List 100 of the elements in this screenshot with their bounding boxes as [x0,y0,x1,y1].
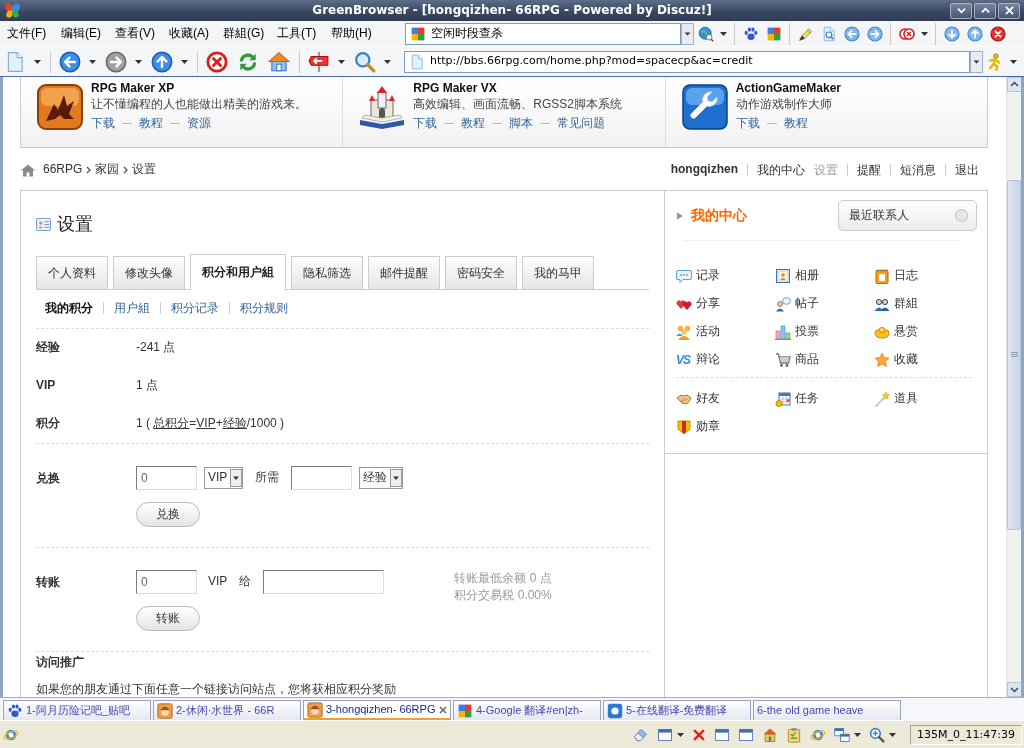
back-icon[interactable] [59,50,81,73]
sidebar-link[interactable]: 任务 [775,385,874,413]
product-title[interactable]: RPG Maker VX [413,80,622,96]
browser-tab[interactable]: 1-阿月历险记吧_贴吧 [3,700,151,720]
breadcrumb-link[interactable]: 设置 [132,162,157,178]
house-icon[interactable] [762,726,779,743]
browser-tab[interactable]: 4-Google 翻译#en|zh- [453,700,601,720]
user-nav-link[interactable]: 短消息 [890,164,945,176]
search-icon[interactable] [354,50,376,73]
search-field[interactable]: 空闲时段查杀 [405,22,681,45]
breadcrumb-link[interactable]: 家园 [95,162,120,178]
caret-icon[interactable] [677,732,685,737]
settings-tab[interactable]: 修改头像 [113,256,185,289]
close-icon[interactable] [439,705,447,714]
window-icon[interactable] [657,726,674,743]
user-nav-link[interactable]: 提醒 [847,164,890,176]
sidebar-link[interactable]: 记录 [676,262,775,290]
sidebar-link[interactable]: 投票 [775,318,874,346]
home-icon[interactable] [20,162,36,178]
caret-icon[interactable] [854,732,862,737]
caret-icon[interactable] [34,59,41,64]
window-icon[interactable] [738,726,755,743]
sidebar-link[interactable]: 道具 [874,385,973,413]
page-search-icon[interactable] [821,25,837,42]
sidebar-link[interactable]: VS 辩论 [676,346,775,374]
forward-icon[interactable] [867,25,883,42]
menu-item[interactable]: 文件(F) [0,25,54,42]
network-icon[interactable] [834,726,851,743]
close-button[interactable] [998,2,1020,19]
settings-tab[interactable]: 邮件提醒 [368,256,440,289]
subnav-link[interactable]: 用户組 [103,302,160,314]
user-nav-link[interactable]: 退出 [945,164,988,176]
caret-icon[interactable] [89,59,96,64]
sidebar-link[interactable]: 活动 [676,318,775,346]
stop-icon[interactable] [206,50,228,73]
breadcrumb-link[interactable]: 66RPG [43,162,83,178]
subnav-link[interactable]: 积分记录 [160,302,229,314]
caret-icon[interactable] [338,59,345,64]
product-link[interactable]: 下载 [735,115,760,131]
menu-item[interactable]: 查看(V) [108,25,162,42]
sidebar-link[interactable]: 帖子 [775,290,874,318]
caret-icon[interactable] [921,31,928,36]
contacts-button[interactable]: 最近联系人 [838,200,977,231]
subnav-link[interactable]: 我的积分 [45,302,103,314]
sidebar-link[interactable]: 日志 [874,262,973,290]
credit-select[interactable]: VIP [204,467,244,489]
menu-item[interactable]: 收藏(A) [162,25,216,42]
close-icon[interactable] [990,25,1006,42]
product-link[interactable]: 教程 [461,115,486,131]
caret-icon[interactable] [181,59,188,64]
window-icon[interactable] [714,726,731,743]
minimize-button[interactable] [950,2,972,19]
product-link[interactable]: 下载 [91,115,115,131]
product-link[interactable]: 常见问题 [557,115,606,131]
zoom-icon[interactable] [869,726,886,743]
caret-icon[interactable] [384,59,391,64]
sidebar-link[interactable]: 好友 [676,385,775,413]
back-icon[interactable] [844,25,860,42]
recipient-field[interactable] [263,570,385,594]
color-blocks-icon[interactable] [766,25,782,42]
maximize-button[interactable] [974,2,996,19]
menu-item[interactable]: 工具(T) [270,25,324,42]
browser-tab[interactable]: 5-在线翻译-免费翻译 [603,700,751,720]
highlighter-icon[interactable] [798,25,814,42]
credit-select[interactable]: 经验 [359,467,404,489]
product-link[interactable]: 下载 [413,115,438,131]
sidebar-link[interactable]: 悬赏 [874,318,973,346]
close-icon[interactable] [692,727,707,742]
forward-icon[interactable] [105,50,127,73]
double-close-icon[interactable] [899,25,915,42]
paw-icon[interactable] [743,25,759,42]
amount-field[interactable]: 0 [136,466,197,490]
menu-item[interactable]: 编辑(E) [54,25,108,42]
sidebar-link[interactable]: 商品 [775,346,874,374]
subnav-link[interactable]: 积分规则 [229,302,298,314]
exchange-button[interactable]: 兑换 [136,502,200,527]
caret-icon[interactable] [720,31,727,36]
settings-tab[interactable]: 积分和用户組 [190,254,286,290]
address-field[interactable]: http://bbs.66rpg.com/home.php?mod=spacecp&ac=credit [404,50,970,73]
product-title[interactable]: RPG Maker XP [91,80,307,96]
settings-tab[interactable]: 密码安全 [445,256,517,289]
sidebar-link[interactable]: 相册 [775,262,874,290]
clipboard-icon[interactable] [786,726,803,743]
scroll-up-icon[interactable] [1007,77,1021,92]
product-link[interactable]: 教程 [139,115,163,131]
scrollbar-thumb[interactable] [1007,180,1021,530]
transfer-button[interactable]: 转账 [136,606,200,631]
sidebar-link[interactable]: 分享 [676,290,775,318]
caret-icon[interactable] [1010,59,1017,64]
sidebar-link[interactable]: 群組 [874,290,973,318]
eraser-icon[interactable] [633,726,650,743]
caret-icon[interactable] [889,732,897,737]
product-link[interactable]: 教程 [783,115,808,131]
sidebar-link[interactable]: 收藏 [874,346,973,374]
product-link[interactable]: 脚本 [509,115,534,131]
username-link[interactable]: hongqizhen [670,162,747,178]
home-icon[interactable] [268,50,290,73]
browser-tab[interactable]: 2-休闲·水世界 - 66R [153,700,301,720]
amount-field[interactable]: 0 [136,570,197,594]
signpost-icon[interactable] [308,50,330,73]
